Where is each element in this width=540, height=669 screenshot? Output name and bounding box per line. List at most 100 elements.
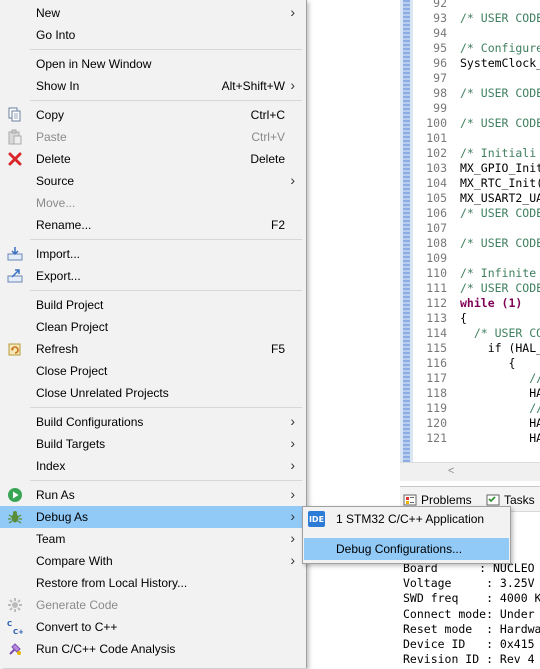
menu-separator (30, 49, 302, 50)
menu-item-source[interactable]: Source › (0, 170, 306, 192)
menu-item-delete[interactable]: Delete Delete (0, 148, 306, 170)
submenu-item-stm32-application[interactable]: IDE 1 STM32 C/C++ Application (304, 508, 509, 530)
chevron-right-icon: › (290, 172, 295, 188)
code-line: 99 (413, 101, 540, 116)
menu-item-label: Open in New Window (36, 57, 152, 71)
line-number: 109 (426, 251, 447, 265)
menu-item-label: New (36, 6, 61, 20)
line-number: 110 (426, 266, 447, 280)
menu-item-debug-as[interactable]: Debug As › (0, 506, 306, 528)
tab-problems-label: Problems (421, 493, 472, 507)
code-line: 116 { (413, 356, 540, 371)
menu-item-move[interactable]: Move... (0, 192, 306, 214)
code-line: 103 MX_GPIO_Init (413, 161, 540, 176)
code-text: HA (460, 416, 540, 430)
menu-item-export[interactable]: Export... (0, 265, 306, 287)
code-text: HA (460, 386, 540, 400)
menu-item-copy[interactable]: Copy Ctrl+C (0, 104, 306, 126)
line-number: 120 (426, 416, 447, 430)
menu-item-refresh[interactable]: Refresh F5 (0, 338, 306, 360)
import-icon (7, 246, 23, 262)
menu-item-clean-project[interactable]: Clean Project (0, 316, 306, 338)
console-line: Revision ID : Rev 4 (403, 652, 535, 667)
menu-item-generate-code[interactable]: Generate Code (0, 594, 306, 616)
chevron-right-icon: › (290, 457, 295, 473)
menu-item-close-unrelated-projects[interactable]: Close Unrelated Projects (0, 382, 306, 404)
scroll-left-icon[interactable]: < (448, 465, 454, 477)
console-line: Reset mode : Hardwa (403, 621, 540, 636)
code-text: /* USER CODE (460, 206, 540, 220)
menu-item-label: Copy (36, 108, 65, 122)
menu-item-build-targets[interactable]: Build Targets › (0, 433, 306, 455)
code-analysis-icon (7, 641, 23, 657)
chevron-right-icon: › (290, 486, 295, 502)
run-icon (7, 487, 23, 503)
menu-item-rename[interactable]: Rename... F2 (0, 214, 306, 236)
line-number: 93 (433, 11, 447, 25)
menu-item-build-configurations[interactable]: Build Configurations › (0, 411, 306, 433)
menu-item-label: Source (36, 174, 75, 188)
code-line: 107 (413, 221, 540, 236)
menu-item-label: Refresh (36, 342, 79, 356)
code-text: HA (460, 431, 540, 445)
editor-horizontal-scrollbar[interactable]: < (400, 462, 540, 481)
menu-item-label: Close Project (36, 364, 108, 378)
menu-item-run-as[interactable]: Run As › (0, 484, 306, 506)
menu-item-label: Build Project (36, 298, 104, 312)
tab-tasks-label: Tasks (504, 493, 535, 507)
svg-text:C: C (7, 620, 12, 628)
menu-item-build-project[interactable]: Build Project (0, 294, 306, 316)
code-line: 96 SystemClock_ (413, 56, 540, 71)
menu-item-label: Index (36, 459, 66, 473)
menu-item-close-project[interactable]: Close Project (0, 360, 306, 382)
code-line: 94 (413, 26, 540, 41)
paste-icon (7, 129, 23, 145)
line-number: 107 (426, 221, 447, 235)
menu-item-show-in[interactable]: Show In Alt+Shift+W › (0, 75, 306, 97)
console-line: Device ID : 0x415 (403, 636, 535, 651)
problems-icon (403, 494, 417, 506)
code-line: 104 MX_RTC_Init( (413, 176, 540, 191)
menu-item-import[interactable]: Import... (0, 243, 306, 265)
menu-item-compare-with[interactable]: Compare With › (0, 550, 306, 572)
code-text: { (460, 311, 467, 325)
export-icon (7, 268, 23, 284)
menu-item-run-c-cpp-code-analysis[interactable]: Run C/C++ Code Analysis (0, 638, 306, 660)
code-text: // (460, 371, 540, 385)
menu-item-new[interactable]: New › (0, 2, 306, 24)
menu-separator (30, 480, 302, 481)
line-number: 114 (426, 326, 447, 340)
line-number: 103 (426, 161, 447, 175)
menu-item-convert-to-cpp[interactable]: CC++ Convert to C++ (0, 616, 306, 638)
code-editor[interactable]: 92 93 /* USER CODE 94 95 /* Configure 96 System… (400, 0, 540, 462)
context-menu: New › Go Into Open in New Window Show In Alt+… (0, 0, 307, 668)
line-number: 106 (426, 206, 447, 220)
code-line: 109 (413, 251, 540, 266)
menu-item-label: Restore from Local History... (36, 576, 188, 590)
menu-item-index[interactable]: Index › (0, 455, 306, 477)
menu-item-restore-from-local-history[interactable]: Restore from Local History... (0, 572, 306, 594)
debug-icon (7, 509, 23, 525)
code-line: 93 /* USER CODE (413, 11, 540, 26)
submenu-item-label: 1 STM32 C/C++ Application (336, 512, 485, 526)
line-number: 105 (426, 191, 447, 205)
submenu-item-label: Debug Configurations... (336, 542, 463, 556)
code-line: 105 MX_USART2_UA (413, 191, 540, 206)
code-line: 121 HA (413, 431, 540, 446)
line-number: 111 (426, 281, 447, 295)
code-line: 115 if (HAL_ (413, 341, 540, 356)
menu-item-team[interactable]: Team › (0, 528, 306, 550)
svg-text:C++: C++ (13, 628, 23, 635)
menu-item-shortcut: Delete (250, 152, 285, 166)
menu-item-open-in-new-window[interactable]: Open in New Window (0, 53, 306, 75)
line-number: 116 (426, 356, 447, 370)
menu-separator (30, 407, 302, 408)
menu-item-go-into[interactable]: Go Into (0, 24, 306, 46)
code-line: 108 /* USER CODE (413, 236, 540, 251)
menu-item-label: Paste (36, 130, 67, 144)
menu-item-paste[interactable]: Paste Ctrl+V (0, 126, 306, 148)
chevron-right-icon: › (290, 435, 295, 451)
line-number: 117 (426, 371, 447, 385)
submenu-item-debug-configurations[interactable]: Debug Configurations... (304, 538, 509, 560)
code-line: 111 /* USER CODE (413, 281, 540, 296)
